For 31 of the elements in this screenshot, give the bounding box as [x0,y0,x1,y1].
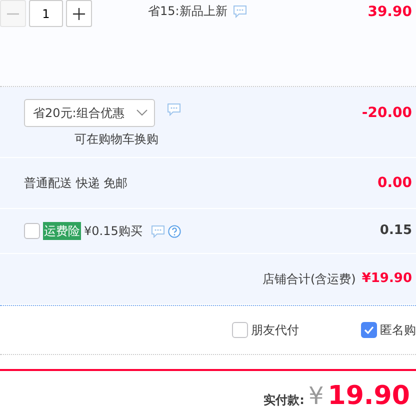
checkbox[interactable] [232,322,248,338]
minus-icon [6,12,20,14]
checkbox[interactable] [24,223,40,239]
shipping-text: 普通配送 快递 免邮 [24,175,128,192]
chevron-down-icon [136,109,148,117]
help-icon[interactable] [168,224,182,238]
payment-amount: 19.90 [328,380,410,413]
store-total-label: 店铺合计(含运费) [262,271,356,288]
store-total-amount: ¥19.90 [362,270,412,288]
item-price: 39.90 [368,3,412,22]
insurance-tag: 运费险 [43,222,81,240]
discount-select[interactable]: 省20元:组合优惠 [24,99,155,127]
payment-label: 实付款: [264,392,304,409]
insurance-price: ¥0.15购买 [84,223,142,240]
checkmark-icon [364,326,374,334]
discount-value: 省20元:组合优惠 [33,105,124,122]
plus-icon [72,6,86,20]
checkbox-label: 匿名购 [380,322,416,339]
chat-icon[interactable] [233,4,248,18]
checkbox-label: 朋友代付 [251,322,299,339]
shipping-amount: 0.00 [377,174,412,192]
discount-amount: -20.00 [362,104,412,123]
plus-button[interactable] [66,0,92,27]
checkbox[interactable] [361,322,377,338]
hint-text: 可在购物车换购 [74,131,158,148]
promo-text: 省15:新品上新 [148,3,228,20]
currency-symbol: ¥ [308,381,324,412]
insurance-amount: 0.15 [380,222,412,240]
quantity-field[interactable]: 1 [29,0,63,27]
chat-icon[interactable] [151,224,166,238]
chat-icon[interactable] [167,102,181,116]
